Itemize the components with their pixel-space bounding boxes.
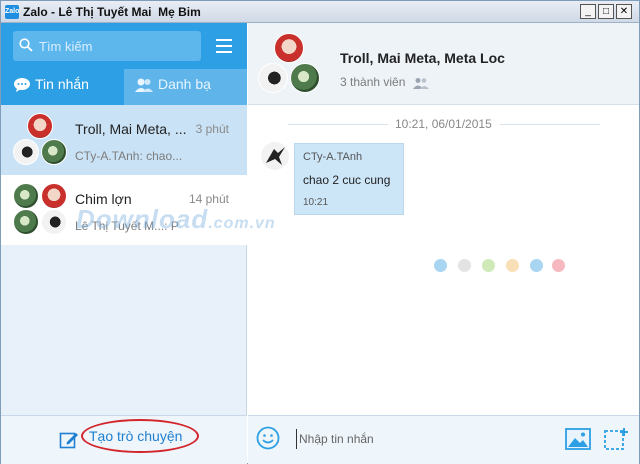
divider (500, 124, 600, 125)
tab-messages-label: Tin nhắn (35, 76, 89, 92)
watermark-text: Download (76, 204, 209, 234)
chat-header: Troll, Mai Meta, Meta Loc 3 thành viên (248, 23, 639, 105)
app-window: Zalo Zalo - Lê Thị Tuyết Mai Mẹ Bim _ □ … (0, 0, 640, 464)
search-box[interactable] (13, 31, 201, 61)
minimize-button[interactable]: _ (580, 4, 596, 19)
avatar (13, 209, 39, 235)
date-separator: 10:21, 06/01/2015 (248, 117, 639, 131)
loading-dots (434, 259, 565, 273)
highlight-oval (81, 419, 199, 453)
conversation-time: 3 phút (195, 122, 229, 136)
sender-avatar (261, 142, 289, 170)
avatar (290, 63, 320, 93)
date-separator-text: 10:21, 06/01/2015 (391, 117, 496, 131)
sidebar-header: Tin nhắn Danh bạ (1, 23, 247, 105)
loading-dot (458, 259, 471, 272)
loading-dot (482, 259, 495, 272)
loading-dot (434, 259, 447, 272)
zalo-logo-icon: Zalo (5, 5, 19, 19)
hamburger-menu-icon[interactable] (216, 39, 232, 53)
watermark: Download.com.vn (76, 204, 276, 235)
sidebar: Tin nhắn Danh bạ Troll, Mai Meta, ... 3 … (1, 23, 247, 464)
tab-contacts[interactable]: Danh bạ (124, 69, 247, 105)
maximize-button[interactable]: □ (598, 4, 614, 19)
conversation-preview: CTy-A.TAnh: chao... (75, 149, 183, 163)
tab-messages[interactable]: Tin nhắn (1, 69, 124, 105)
title-bar[interactable]: Zalo Zalo - Lê Thị Tuyết Mai Mẹ Bim _ □ … (1, 1, 639, 23)
loading-dot (552, 259, 565, 272)
message-time: 10:21 (303, 197, 329, 208)
member-count-label: 3 thành viên (340, 75, 406, 89)
message-text: chao 2 cuc cung (303, 173, 391, 187)
emoji-icon[interactable] (256, 426, 280, 450)
message-sender: CTy-A.TAnh (303, 151, 363, 163)
message-composer (248, 415, 639, 464)
watermark-suffix: .com.vn (208, 215, 276, 232)
avatar (41, 183, 67, 209)
chat-title: Troll, Mai Meta, Meta Loc (340, 50, 505, 66)
loading-dot (506, 259, 519, 272)
loading-dot (530, 259, 543, 272)
conversation-item[interactable]: Troll, Mai Meta, ... 3 phút CTy-A.TAnh: … (1, 105, 247, 175)
chat-bubble-icon (14, 78, 30, 93)
message-input[interactable] (296, 429, 536, 449)
close-button[interactable]: ✕ (616, 4, 632, 19)
avatar (274, 33, 304, 63)
message-bubble[interactable]: CTy-A.TAnh chao 2 cuc cung 10:21 (294, 143, 404, 215)
sidebar-footer: Tạo trò chuyện (1, 415, 247, 464)
conversation-name: Troll, Mai Meta, ... (75, 121, 187, 137)
image-icon[interactable] (565, 428, 591, 450)
avatar (27, 113, 53, 139)
divider (288, 124, 388, 125)
member-count[interactable]: 3 thành viên (340, 75, 429, 89)
search-input[interactable] (39, 37, 194, 55)
avatar (13, 183, 39, 209)
avatar (13, 139, 39, 165)
chat-panel: Troll, Mai Meta, Meta Loc 3 thành viên 1… (248, 23, 639, 464)
screenshot-icon[interactable] (603, 426, 629, 452)
members-icon (412, 77, 429, 89)
window-title: Zalo - Lê Thị Tuyết Mai Mẹ Bim (23, 5, 201, 19)
avatar (41, 209, 67, 235)
compose-icon[interactable] (59, 430, 79, 450)
contacts-icon (135, 78, 153, 93)
avatar (41, 139, 67, 165)
tab-contacts-label: Danh bạ (158, 76, 211, 92)
avatar (258, 63, 288, 93)
search-icon (19, 38, 33, 52)
